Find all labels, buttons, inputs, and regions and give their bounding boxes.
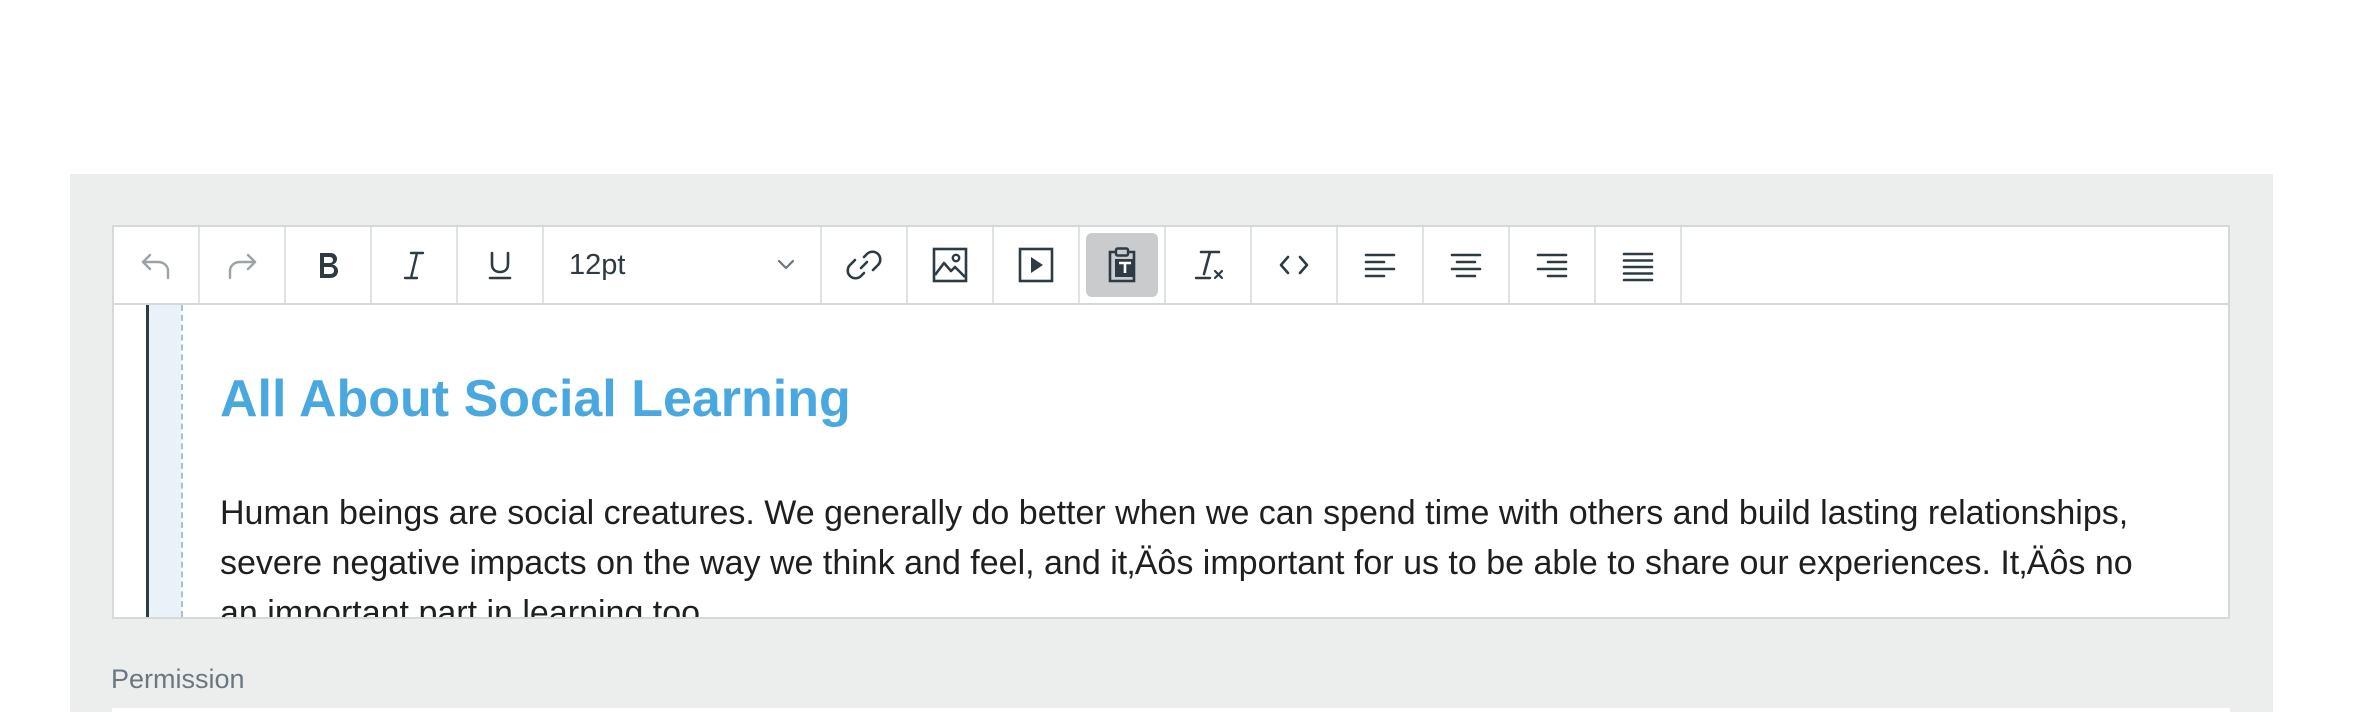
align-left-button[interactable]: [1338, 227, 1424, 303]
block-gutter: [149, 305, 181, 617]
code-icon: [1279, 255, 1309, 275]
clear-formatting-icon: [1194, 250, 1224, 280]
undo-icon: [141, 253, 170, 280]
paragraph-line: Human beings are social creatures. We ge…: [220, 494, 2129, 532]
align-right-icon: [1536, 253, 1568, 278]
align-justify-button[interactable]: [1596, 227, 1682, 303]
align-right-button[interactable]: [1510, 227, 1596, 303]
link-icon: [846, 250, 882, 280]
source-code-button[interactable]: [1252, 227, 1338, 303]
image-icon: [932, 247, 968, 283]
permission-label: Permission: [111, 664, 245, 694]
align-center-icon: [1450, 253, 1482, 278]
italic-button[interactable]: [372, 227, 458, 303]
clear-formatting-button[interactable]: [1166, 227, 1252, 303]
block-guide-line: [181, 305, 183, 617]
bold-icon: [320, 253, 338, 278]
paragraph-line: severe negative impacts on the way we th…: [220, 544, 2133, 582]
image-button[interactable]: [908, 227, 994, 303]
bold-button[interactable]: [286, 227, 372, 303]
align-center-button[interactable]: [1424, 227, 1510, 303]
media-button[interactable]: [994, 227, 1080, 303]
redo-icon: [228, 253, 257, 280]
font-size-dropdown[interactable]: 12pt: [544, 227, 822, 303]
align-justify-icon: [1622, 252, 1654, 282]
editor-toolbar: 12pt: [114, 227, 2228, 305]
underline-button[interactable]: [458, 227, 544, 303]
redo-button[interactable]: [200, 227, 286, 303]
content-heading: All About Social Learning: [220, 370, 851, 428]
undo-button[interactable]: [114, 227, 200, 303]
paragraph-line: an important part in learning too.: [220, 594, 710, 617]
paste-text-button[interactable]: [1080, 227, 1166, 303]
font-size-value: 12pt: [569, 248, 626, 281]
link-button[interactable]: [822, 227, 908, 303]
permission-field[interactable]: [112, 708, 2230, 722]
underline-icon: [488, 251, 512, 280]
chevron-down-icon: [777, 259, 795, 270]
content-paragraph: Human beings are social creatures. We ge…: [220, 488, 2228, 617]
rich-text-editor: 12pt All About Social Learning Human bei…: [112, 225, 2230, 619]
align-left-icon: [1364, 253, 1396, 278]
video-icon: [1018, 247, 1054, 283]
editor-content-area[interactable]: All About Social Learning Human beings a…: [114, 305, 2228, 617]
italic-icon: [403, 251, 425, 280]
clipboard-text-icon: [1108, 247, 1136, 283]
